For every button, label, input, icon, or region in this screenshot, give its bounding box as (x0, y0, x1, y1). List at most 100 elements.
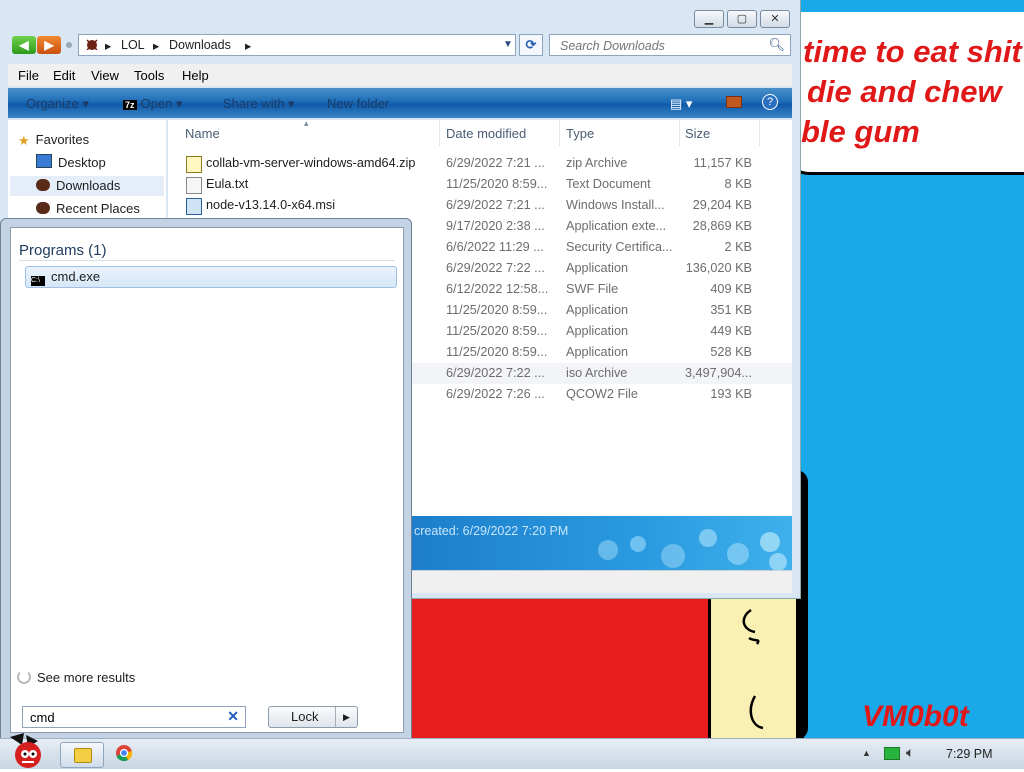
type-cell: Application exte... (566, 219, 667, 233)
type-cell: QCOW2 File (566, 387, 638, 401)
chevron-right-icon: ▸ (105, 39, 112, 53)
search-result-cmd[interactable]: C:\ cmd.exe (25, 266, 397, 288)
forward-button[interactable]: ▶ (37, 36, 61, 54)
clear-search-icon[interactable]: ✕ (227, 708, 239, 725)
open-label: Open (140, 96, 173, 111)
view-options-icon[interactable]: ▤ ▾ (670, 96, 692, 112)
nav-label: Recent Places (56, 201, 140, 216)
maximize-button[interactable]: ▢ (727, 10, 757, 28)
refresh-button[interactable]: ⟳ (519, 34, 543, 56)
search-box[interactable]: 🔍︎ (549, 34, 791, 56)
column-divider[interactable] (679, 120, 680, 146)
size-cell: 3,497,904... (684, 366, 752, 380)
desktop-icon (36, 154, 52, 168)
column-size[interactable]: Size (685, 126, 710, 141)
bubble-line-1: time to eat shit (803, 34, 1022, 69)
start-menu-results-panel: Programs (1) C:\ cmd.exe See more results… (10, 227, 404, 733)
nav-label: Favorites (35, 132, 90, 147)
cmd-icon: C:\ (31, 276, 45, 286)
nav-downloads[interactable]: Downloads (10, 176, 164, 196)
minimize-button[interactable]: ▁ (694, 10, 724, 28)
see-more-results-link[interactable]: See more results (17, 670, 135, 685)
help-icon[interactable]: ? (762, 94, 778, 110)
column-type[interactable]: Type (566, 126, 594, 141)
table-row[interactable]: collab-vm-server-windows-amd64.zip 6/29/2… (168, 153, 792, 174)
start-orb-icon (10, 733, 41, 768)
close-button[interactable]: ✕ (760, 10, 790, 28)
type-cell: Text Document (566, 177, 651, 191)
status-bar (408, 570, 792, 593)
location-icon (85, 38, 99, 53)
table-row[interactable]: node-v13.14.0-x64.msi 6/29/2022 7:21 ... W… (168, 195, 792, 216)
lock-label: Lock (291, 709, 319, 724)
details-pane: created: 6/29/2022 7:20 PM (408, 516, 792, 570)
type-cell: Application (566, 345, 629, 359)
date-modified-cell: 11/25/2020 8:59... (446, 303, 548, 317)
breadcrumb-lol[interactable]: LOL (121, 38, 145, 52)
size-cell: 409 KB (710, 282, 752, 296)
address-bar[interactable]: ▸ LOL ▸ Downloads ▸ ▼ (78, 34, 516, 56)
lock-options-icon[interactable]: ▶ (343, 707, 350, 727)
date-modified-cell: 6/29/2022 7:22 ... (446, 366, 545, 380)
menu-file[interactable]: File (18, 68, 39, 83)
search-icon[interactable]: 🔍︎ (768, 37, 785, 53)
table-row[interactable]: Eula.txt 11/25/2020 8:59... Text Document 8… (168, 174, 792, 195)
date-modified-cell: 6/6/2022 11:29 ... (446, 240, 544, 254)
type-cell: Windows Install... (566, 198, 665, 212)
breadcrumb-downloads[interactable]: Downloads (169, 38, 231, 52)
column-divider[interactable] (439, 120, 440, 146)
column-divider[interactable] (759, 120, 760, 146)
address-dropdown-icon[interactable]: ▼ (503, 39, 513, 50)
msi-file-icon (186, 198, 202, 215)
menu-help[interactable]: Help (182, 68, 209, 83)
nav-desktop[interactable]: Desktop (36, 153, 164, 173)
file-name-cell: node-v13.14.0-x64.msi (206, 198, 336, 212)
start-button[interactable] (4, 731, 48, 769)
taskbar: ▲ 🔈︎ 7:29 PM (0, 733, 1024, 769)
spinner-icon (17, 670, 31, 684)
volume-icon[interactable]: 🔈︎ (906, 744, 914, 761)
open-button[interactable]: 7z Open ▾ (123, 96, 182, 112)
organize-button[interactable]: Organize ▾ (26, 96, 89, 112)
menu-tools[interactable]: Tools (134, 68, 164, 83)
show-hidden-icons-icon[interactable]: ▲ (862, 748, 871, 758)
share-with-button[interactable]: Share with ▾ (223, 96, 295, 112)
lock-button[interactable]: Lock ▶ (268, 706, 358, 728)
size-cell: 351 KB (710, 303, 752, 317)
file-name-cell: Eula.txt (206, 177, 249, 191)
date-modified-cell: 6/29/2022 7:21 ... (446, 198, 545, 212)
nav-recent-places[interactable]: Recent Places (36, 199, 164, 219)
column-name[interactable]: Name (185, 126, 220, 141)
date-modified-cell: 6/29/2022 7:22 ... (446, 261, 545, 275)
column-date-modified[interactable]: Date modified (446, 126, 526, 141)
taskbar-explorer-button[interactable] (60, 742, 104, 768)
bubble-line-2: die and chew (807, 74, 1002, 109)
menu-bar: File Edit View Tools Help (8, 64, 792, 86)
preview-pane-icon[interactable] (726, 96, 742, 111)
date-modified-cell: 6/29/2022 7:21 ... (446, 156, 545, 170)
star-icon: ★ (18, 133, 30, 148)
chevron-right-icon: ▸ (245, 39, 252, 53)
nav-favorites[interactable]: ★ Favorites (18, 130, 164, 150)
taskbar-clock[interactable]: 7:29 PM (946, 747, 993, 761)
chevron-right-icon: ▸ (153, 39, 160, 53)
search-input[interactable] (558, 38, 767, 54)
share-label: Share with (223, 96, 285, 111)
start-search-input[interactable] (28, 709, 222, 726)
size-cell: 28,869 KB (692, 219, 752, 233)
chrome-icon (116, 745, 133, 762)
organize-label: Organize (26, 96, 79, 111)
taskbar-chrome-button[interactable] (114, 743, 138, 767)
back-button[interactable]: ◀ (12, 36, 36, 54)
zip-file-icon (186, 156, 202, 173)
size-cell: 528 KB (710, 345, 752, 359)
column-divider[interactable] (559, 120, 560, 146)
menu-view[interactable]: View (91, 68, 119, 83)
recent-pages-dot[interactable] (66, 42, 72, 48)
menu-edit[interactable]: Edit (53, 68, 75, 83)
network-icon[interactable] (884, 747, 900, 760)
recent-places-icon (36, 202, 50, 214)
type-cell: iso Archive (566, 366, 628, 380)
start-search-box[interactable]: ✕ (22, 706, 246, 728)
new-folder-button[interactable]: New folder (327, 96, 389, 111)
